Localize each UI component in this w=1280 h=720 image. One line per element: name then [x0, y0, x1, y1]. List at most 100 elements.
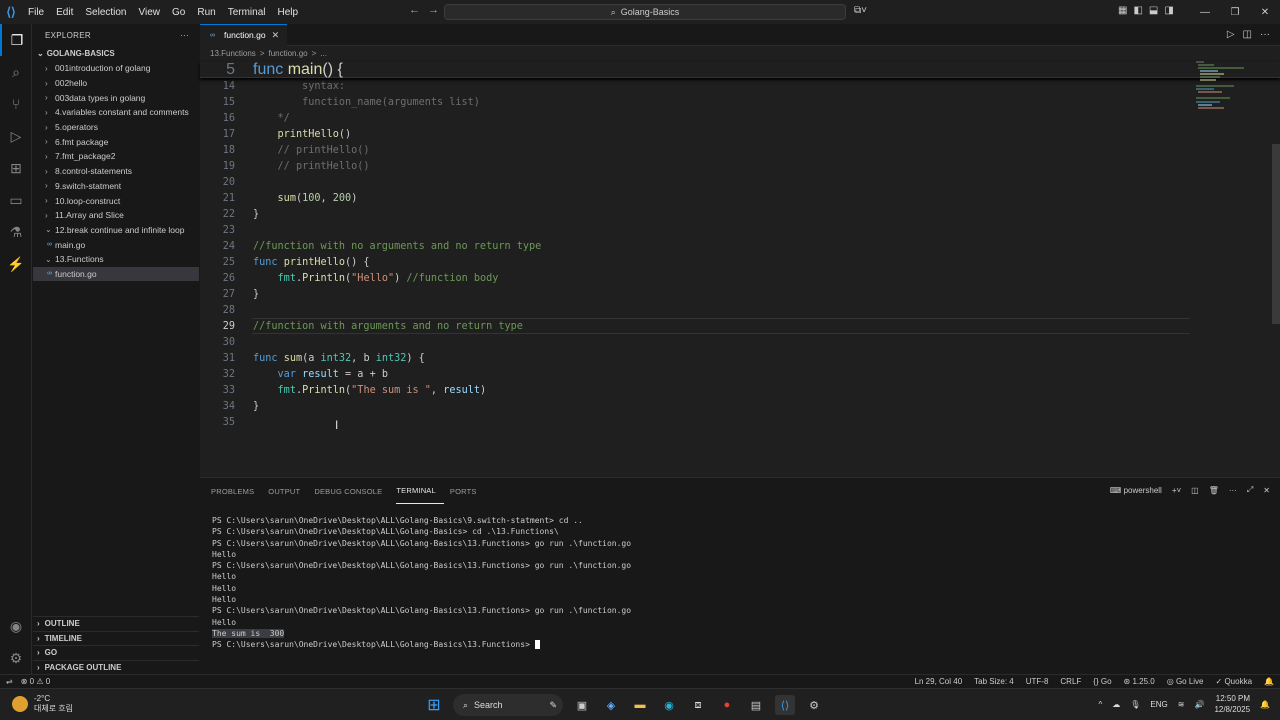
more-actions-icon[interactable]: ··· — [1229, 486, 1237, 495]
section-timeline[interactable]: › TIMELINE — [33, 630, 199, 646]
more-actions-icon[interactable]: ··· — [1260, 29, 1270, 40]
code-line[interactable]: 16 */ — [200, 110, 1190, 126]
split-editor-icon[interactable]: ◫ — [1243, 29, 1252, 40]
notification-center-icon[interactable]: 🔔 — [1260, 700, 1270, 709]
section-outline[interactable]: › OUTLINE — [33, 616, 199, 631]
copilot-app-icon[interactable]: ◈ — [601, 695, 621, 715]
mic-icon[interactable]: 🎙 — [1130, 700, 1140, 709]
code-line[interactable]: 31 func sum(a int32, b int32) { — [200, 350, 1190, 366]
source-control-icon[interactable]: ⑂ — [0, 88, 32, 120]
search-icon[interactable]: ⌕ — [0, 56, 32, 88]
folder-item[interactable]: ⌄ 12.break continue and infinite loop — [33, 223, 199, 238]
folder-item[interactable]: › 8.control-statements — [33, 164, 199, 179]
store-icon[interactable]: ⧈ — [688, 695, 708, 715]
code-line[interactable]: 15 function_name(arguments list) — [200, 94, 1190, 110]
editor-scrollbar[interactable] — [1272, 144, 1280, 324]
code-line[interactable]: 19 // printHello() — [200, 158, 1190, 174]
code-line[interactable]: 22} — [200, 206, 1190, 222]
code-line[interactable]: 32 var result = a + b — [200, 366, 1190, 382]
run-icon[interactable]: ▷ — [1227, 29, 1235, 40]
media-app-icon[interactable]: ▤ — [746, 695, 766, 715]
extensions-icon[interactable]: ⊞ — [0, 152, 32, 184]
sticky-scroll-line[interactable]: 5 func main() { — [200, 61, 1280, 78]
workspace-root[interactable]: ⌄ GOLANG-BASICS — [33, 46, 199, 61]
run-debug-icon[interactable]: ▷ — [0, 120, 32, 152]
folder-item[interactable]: › 10.loop-construct — [33, 193, 199, 208]
menu-file[interactable]: File — [22, 7, 50, 18]
section-go[interactable]: › GO — [33, 645, 199, 660]
forward-arrow-icon[interactable]: → — [428, 4, 439, 16]
go-live[interactable]: ◎ Go Live — [1167, 677, 1204, 686]
folder-item[interactable]: ⌄ 13.Functions — [33, 252, 199, 267]
close-tab-icon[interactable]: ✕ — [272, 30, 280, 41]
windows-start-icon[interactable]: ⊞ — [424, 695, 444, 715]
chevron-up-icon[interactable]: ^ — [1099, 700, 1103, 709]
taskbar-search[interactable]: ⌕ Search ✎ — [453, 694, 563, 716]
task-view-icon[interactable]: ▣ — [572, 695, 592, 715]
code-line[interactable]: 29 //function with arguments and no retur… — [200, 318, 1190, 334]
weather-widget[interactable]: -2°C 대체로 흐림 — [12, 694, 73, 714]
maximize-panel-icon[interactable]: ⤢ — [1247, 485, 1253, 495]
panel-tab-output[interactable]: OUTPUT — [268, 478, 308, 504]
code-line[interactable]: 23 — [200, 222, 1190, 238]
back-arrow-icon[interactable]: ← — [409, 4, 420, 16]
code-line[interactable]: 24 //function with no arguments and no re… — [200, 238, 1190, 254]
menu-run[interactable]: Run — [191, 7, 221, 18]
input-language[interactable]: ENG — [1150, 700, 1167, 709]
new-terminal-icon[interactable]: +˅ — [1172, 486, 1181, 495]
code-line[interactable]: 20 — [200, 174, 1190, 190]
code-line[interactable]: 35 — [200, 414, 1190, 430]
folder-item[interactable]: › 6.fmt package — [33, 134, 199, 149]
command-center[interactable]: ⌕ Golang-Basics — [444, 4, 846, 20]
wifi-icon[interactable]: ≋ — [1178, 700, 1185, 709]
quokka[interactable]: ✓ Quokka — [1216, 677, 1253, 686]
remote-indicator-icon[interactable]: ⇌ — [6, 677, 13, 686]
panel-tab-problems[interactable]: PROBLEMS — [211, 478, 262, 504]
folder-item[interactable]: › 001introduction of golang — [33, 61, 199, 76]
minimap[interactable] — [1194, 60, 1274, 120]
code-line[interactable]: 25 func printHello() { — [200, 254, 1190, 270]
code-line[interactable]: 17 printHello() — [200, 126, 1190, 142]
breadcrumb-item[interactable]: function.go — [268, 49, 307, 58]
notifications-icon[interactable]: 🔔 — [1264, 677, 1274, 686]
live-share-icon[interactable]: ⚡ — [0, 248, 32, 280]
breadcrumb-item[interactable]: ... — [320, 49, 327, 58]
close-panel-icon[interactable]: ✕ — [1263, 486, 1270, 495]
code-line[interactable]: 33 fmt.Println("The sum is ", result) — [200, 382, 1190, 398]
explorer-icon[interactable]: ❐ — [0, 24, 32, 56]
toggle-secondary-sidebar-icon[interactable]: ◨ — [1164, 5, 1173, 16]
code-line[interactable]: 28 — [200, 302, 1190, 318]
menu-help[interactable]: Help — [272, 7, 305, 18]
terminal-output[interactable]: PS C:\Users\sarun\OneDrive\Desktop\ALL\G… — [212, 515, 631, 651]
code-line[interactable]: 30 — [200, 334, 1190, 350]
toggle-panel-icon[interactable]: ⬓ — [1149, 5, 1158, 16]
language-mode[interactable]: {} Go — [1093, 677, 1111, 686]
copilot-icon[interactable]: ⧉˅ — [854, 5, 867, 16]
more-actions-icon[interactable]: ··· — [180, 31, 189, 40]
problems-indicator[interactable]: ⊗ 0 ⚠ 0 — [21, 677, 50, 686]
menu-go[interactable]: Go — [166, 7, 191, 18]
settings-gear-icon[interactable]: ⚙ — [0, 642, 32, 674]
volume-icon[interactable]: 🔊 — [1194, 700, 1204, 709]
menu-selection[interactable]: Selection — [79, 7, 132, 18]
code-line[interactable]: 27} — [200, 286, 1190, 302]
tab-function-go[interactable]: ∞ function.go ✕ — [200, 23, 288, 46]
code-line[interactable]: 26 fmt.Println("Hello") //function body — [200, 270, 1190, 286]
go-version[interactable]: ⊛ 1.25.0 — [1124, 677, 1155, 686]
toggle-sidebar-icon[interactable]: ◧ — [1133, 5, 1142, 16]
file-item[interactable]: ∞ function.go — [33, 266, 199, 282]
folder-item[interactable]: › 7.fmt_package2 — [33, 149, 199, 164]
menu-edit[interactable]: Edit — [50, 7, 79, 18]
line-ending[interactable]: CRLF — [1060, 677, 1081, 686]
layout-custom-icon[interactable]: ▦ — [1118, 5, 1127, 16]
code-line[interactable]: 18 // printHello() — [200, 142, 1190, 158]
cloud-icon[interactable]: ☁ — [1112, 700, 1120, 709]
accounts-icon[interactable]: ◉ — [0, 610, 32, 642]
encoding[interactable]: UTF-8 — [1026, 677, 1049, 686]
panel-tab-debug-console[interactable]: DEBUG CONSOLE — [314, 478, 390, 504]
cursor-position[interactable]: Ln 29, Col 40 — [915, 677, 963, 686]
vscode-app-icon[interactable]: ⟨⟩ — [775, 695, 795, 715]
edge-icon[interactable]: ◉ — [659, 695, 679, 715]
tab-size[interactable]: Tab Size: 4 — [974, 677, 1014, 686]
folder-item[interactable]: › 9.switch-statment — [33, 179, 199, 194]
